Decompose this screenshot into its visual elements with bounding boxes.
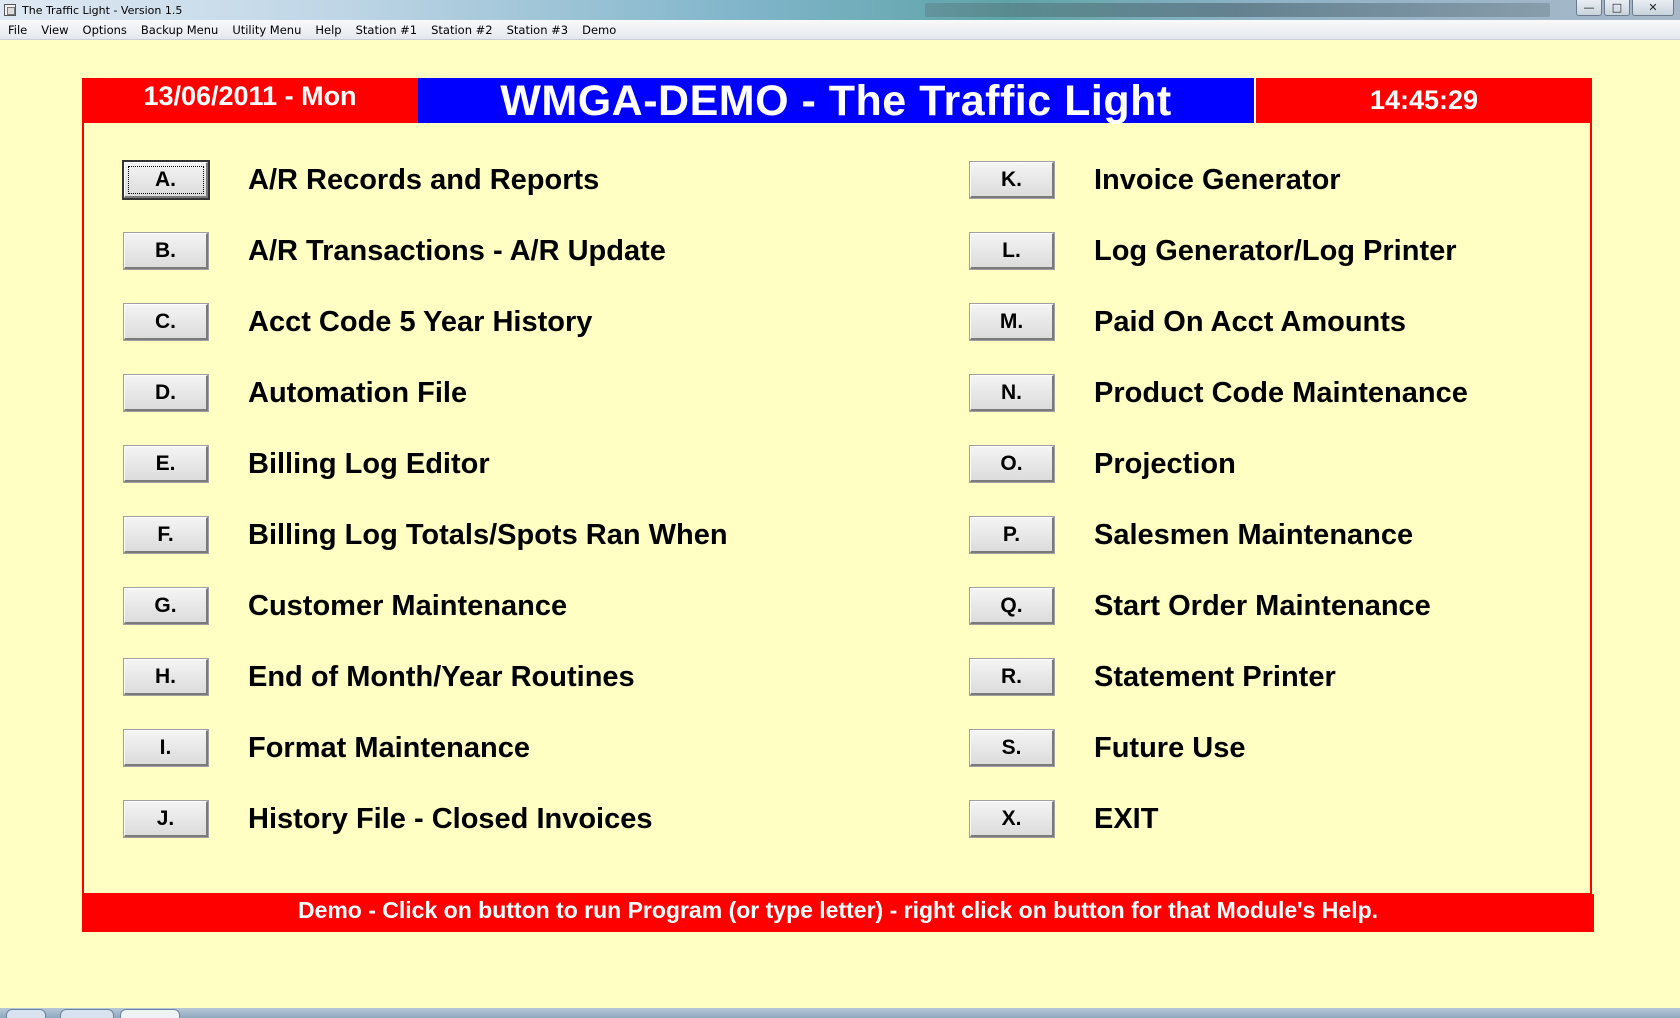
menu-demo[interactable]: Demo [575,23,623,37]
option-q-button[interactable]: Q. [970,588,1054,624]
title-bar: The Traffic Light - Version 1.5 — □ ✕ [0,0,1680,20]
option-e-label: Billing Log Editor [248,447,490,480]
menu-row-b: B. A/R Transactions - A/R Update [124,233,824,269]
menu-row-e: E. Billing Log Editor [124,446,824,482]
close-button[interactable]: ✕ [1632,0,1674,16]
menu-row-g: G. Customer Maintenance [124,588,824,624]
header-clock: 14:45:29 [1254,78,1592,123]
option-g-label: Customer Maintenance [248,589,568,622]
main-panel [82,78,1592,895]
option-l-label: Log Generator/Log Printer [1094,234,1457,267]
option-n-button[interactable]: N. [970,375,1054,411]
menu-row-i: I. Format Maintenance [124,730,824,766]
taskbar [0,1008,1680,1018]
option-p-label: Salesmen Maintenance [1094,518,1414,551]
header: 13/06/2011 - Mon WMGA-DEMO - The Traffic… [82,78,1592,124]
option-b-button[interactable]: B. [124,233,208,269]
option-m-button[interactable]: M. [970,304,1054,340]
maximize-button[interactable]: □ [1604,0,1630,16]
option-o-button[interactable]: O. [970,446,1054,482]
option-r-button[interactable]: R. [970,659,1054,695]
menu-row-x: X. EXIT [970,801,1670,837]
option-d-label: Automation File [248,376,468,409]
option-a-label: A/R Records and Reports [248,163,600,196]
option-k-button[interactable]: K. [970,162,1054,198]
menu-station-2[interactable]: Station #2 [424,23,500,37]
menu-row-f: F. Billing Log Totals/Spots Ran When [124,517,824,553]
option-i-button[interactable]: I. [124,730,208,766]
window-controls: — □ ✕ [1576,0,1674,16]
menu-row-o: O. Projection [970,446,1670,482]
menu-row-l: L. Log Generator/Log Printer [970,233,1670,269]
menu-row-q: Q. Start Order Maintenance [970,588,1670,624]
option-q-label: Start Order Maintenance [1094,589,1431,622]
option-c-label: Acct Code 5 Year History [248,305,593,338]
option-s-label: Future Use [1094,731,1246,764]
option-h-label: End of Month/Year Routines [248,660,635,693]
option-b-label: A/R Transactions - A/R Update [248,234,666,267]
menu-row-p: P. Salesmen Maintenance [970,517,1670,553]
menu-row-h: H. End of Month/Year Routines [124,659,824,695]
option-i-label: Format Maintenance [248,731,530,764]
menu-row-a: A. A/R Records and Reports [124,162,824,198]
menu-row-r: R. Statement Printer [970,659,1670,695]
option-m-label: Paid On Acct Amounts [1094,305,1407,338]
blurred-region [925,3,1550,17]
menu-row-d: D. Automation File [124,375,824,411]
option-g-button[interactable]: G. [124,588,208,624]
menu-row-n: N. Product Code Maintenance [970,375,1670,411]
option-j-button[interactable]: J. [124,801,208,837]
menu-file[interactable]: File [0,23,34,37]
option-n-label: Product Code Maintenance [1094,376,1468,409]
menu-help[interactable]: Help [308,23,348,37]
exit-label: EXIT [1094,802,1159,835]
menu-row-j: J. History File - Closed Invoices [124,801,824,837]
menu-options[interactable]: Options [76,23,134,37]
option-r-label: Statement Printer [1094,660,1336,693]
header-date: 13/06/2011 - Mon [82,78,418,123]
option-a-button[interactable]: A. [124,162,208,198]
window-title: The Traffic Light - Version 1.5 [22,3,183,17]
option-k-label: Invoice Generator [1094,163,1341,196]
option-s-button[interactable]: S. [970,730,1054,766]
menu-station-1[interactable]: Station #1 [349,23,425,37]
taskbar-item[interactable] [60,1009,114,1018]
option-d-button[interactable]: D. [124,375,208,411]
menu-row-k: K. Invoice Generator [970,162,1670,198]
menu-bar: File View Options Backup Menu Utility Me… [0,20,1680,40]
option-f-label: Billing Log Totals/Spots Ran When [248,518,728,551]
option-o-label: Projection [1094,447,1236,480]
option-p-button[interactable]: P. [970,517,1054,553]
app-icon[interactable] [4,4,16,16]
option-h-button[interactable]: H. [124,659,208,695]
menu-backup[interactable]: Backup Menu [134,23,225,37]
menu-utility[interactable]: Utility Menu [225,23,308,37]
option-j-label: History File - Closed Invoices [248,802,653,835]
page-title: WMGA-DEMO - The Traffic Light [418,78,1254,124]
menu-station-3[interactable]: Station #3 [500,23,576,37]
option-l-button[interactable]: L. [970,233,1054,269]
menu-view[interactable]: View [34,23,75,37]
exit-button[interactable]: X. [970,801,1054,837]
menu-row-m: M. Paid On Acct Amounts [970,304,1670,340]
taskbar-item-active[interactable] [120,1009,180,1018]
menu-row-s: S. Future Use [970,730,1670,766]
option-e-button[interactable]: E. [124,446,208,482]
menu-row-c: C. Acct Code 5 Year History [124,304,824,340]
option-c-button[interactable]: C. [124,304,208,340]
status-bar: Demo - Click on button to run Program (o… [82,894,1594,932]
taskbar-start-button[interactable] [6,1009,46,1018]
minimize-button[interactable]: — [1576,0,1602,16]
option-f-button[interactable]: F. [124,517,208,553]
